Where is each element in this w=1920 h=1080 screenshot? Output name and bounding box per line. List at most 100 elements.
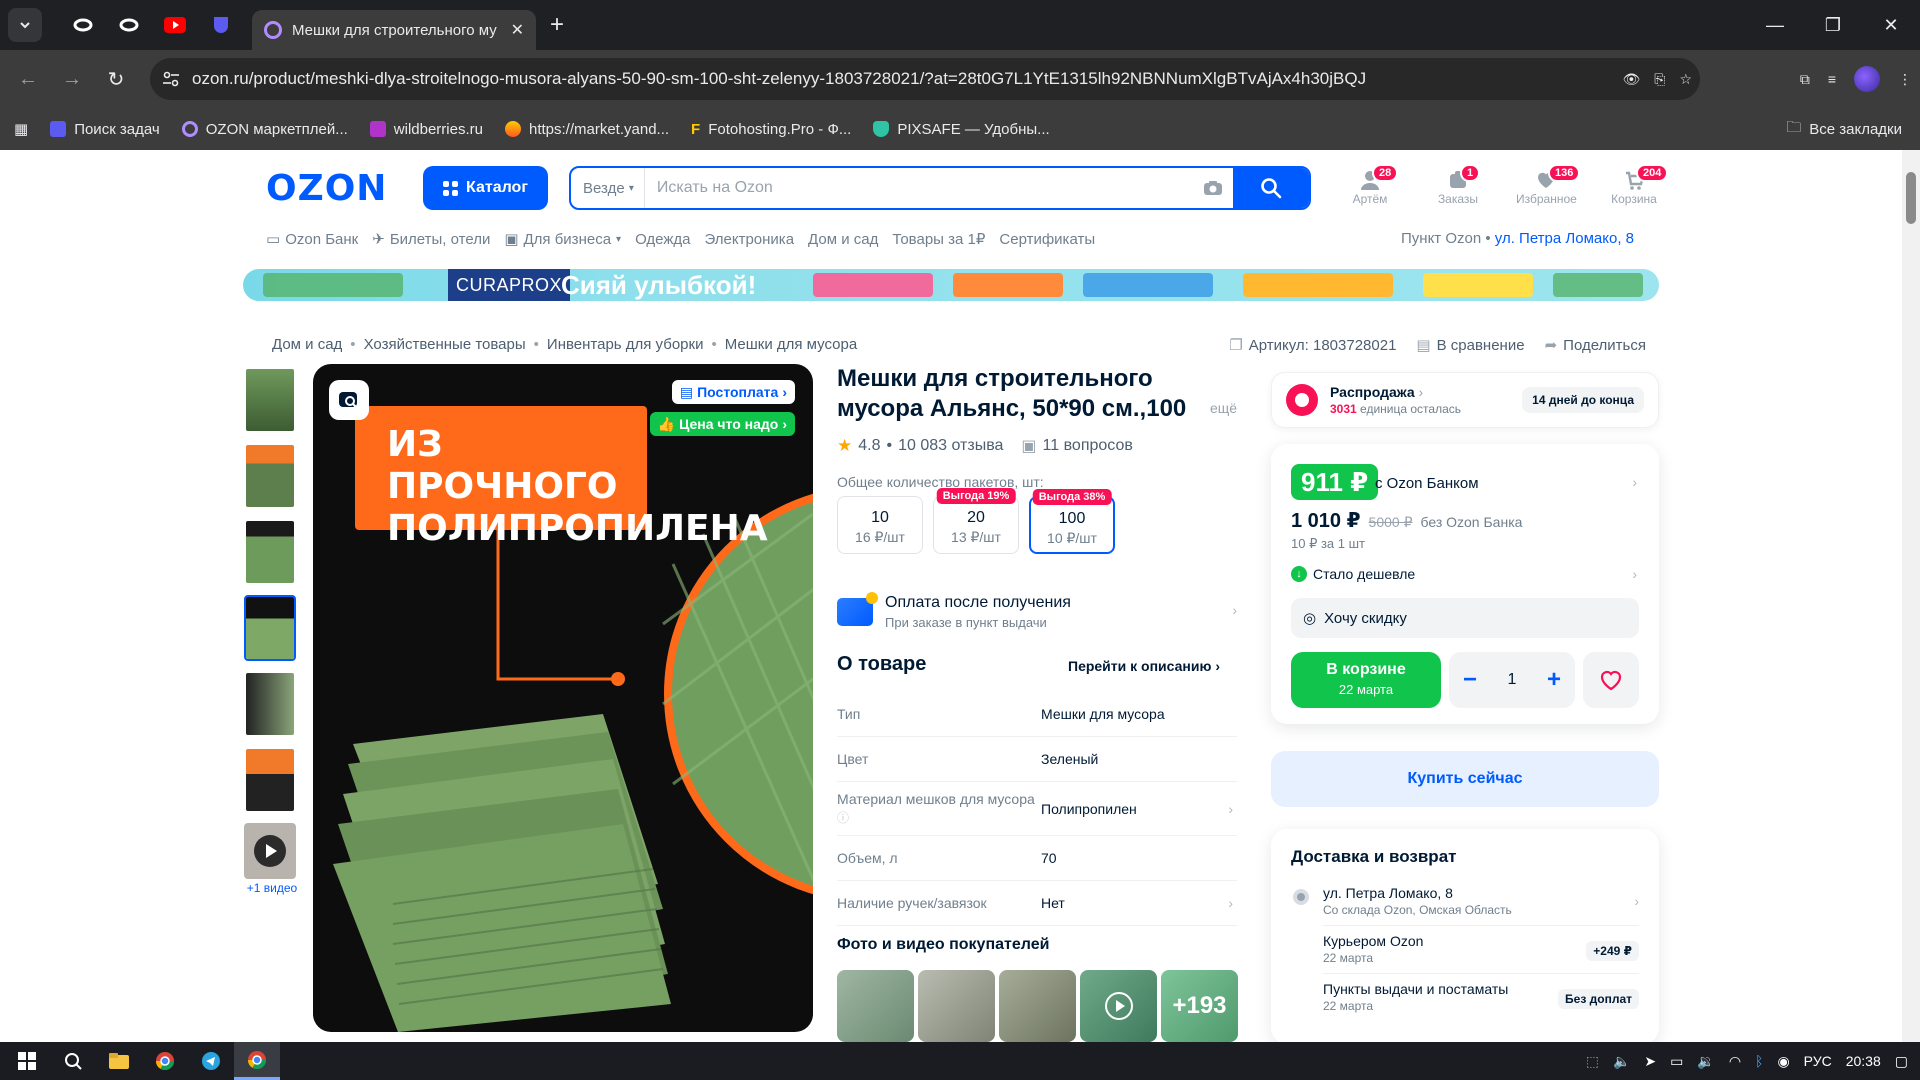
- url-text[interactable]: ozon.ru/product/meshki-dlya-stroitelnogo…: [192, 69, 1532, 89]
- windows-start-icon[interactable]: [4, 1042, 50, 1080]
- postpay-tag[interactable]: ▤ Постоплата ›: [671, 380, 795, 404]
- language-indicator[interactable]: РУС: [1804, 1053, 1832, 1069]
- breadcrumb-item[interactable]: Хозяйственные товары: [364, 336, 526, 353]
- spec-row[interactable]: Наличие ручек/завязок Нет ›: [837, 881, 1237, 926]
- pack-option-20[interactable]: Выгода 19% 20 13 ₽/шт: [933, 488, 1019, 554]
- more-media-button[interactable]: +193: [1161, 970, 1238, 1042]
- share-button[interactable]: ➦ Поделиться: [1545, 336, 1646, 355]
- subnav-1rub-goods[interactable]: Товары за 1₽: [892, 230, 985, 248]
- page-scrollbar[interactable]: [1902, 150, 1920, 1042]
- pinned-tab-2[interactable]: [106, 7, 152, 43]
- restore-icon[interactable]: ❐: [1804, 0, 1862, 50]
- tracking-blocked-icon[interactable]: 👁: [1622, 71, 1640, 88]
- thumbnail[interactable]: [244, 367, 296, 433]
- search-icon[interactable]: [50, 1042, 96, 1080]
- chevron-right-icon[interactable]: ›: [1632, 566, 1637, 582]
- profile-avatar[interactable]: [1854, 66, 1880, 92]
- new-tab-button[interactable]: +: [550, 11, 564, 39]
- address-bar[interactable]: ozon.ru/product/meshki-dlya-stroitelnogo…: [150, 58, 1700, 100]
- reload-icon[interactable]: ↻: [94, 59, 138, 99]
- telegram-icon[interactable]: [188, 1042, 234, 1080]
- ozon-bank-price[interactable]: 911 ₽: [1291, 464, 1379, 500]
- video-count-label[interactable]: +1 видео: [244, 881, 300, 895]
- camera-search-icon[interactable]: [1193, 180, 1233, 196]
- chevron-right-icon[interactable]: ›: [1632, 474, 1637, 490]
- thumbnail[interactable]: [244, 671, 296, 737]
- compare-button[interactable]: ▤ В сравнение: [1416, 336, 1524, 355]
- in-cart-button[interactable]: В корзине 22 марта: [1291, 652, 1441, 708]
- delivery-address-row[interactable]: ул. Петра Ломако, 8 Со склада Ozon, Омск…: [1323, 885, 1639, 926]
- notifications-icon[interactable]: ▢: [1895, 1053, 1908, 1070]
- buy-now-button[interactable]: Купить сейчас: [1271, 751, 1659, 807]
- clock[interactable]: 20:38: [1846, 1053, 1881, 1069]
- header-favorites[interactable]: 136 Избранное: [1516, 164, 1581, 206]
- file-explorer-icon[interactable]: [96, 1042, 142, 1080]
- volume-icon[interactable]: 🔉: [1697, 1053, 1714, 1070]
- subnav-ozon-bank[interactable]: ▭ Ozon Банк: [266, 230, 358, 249]
- video-thumbnail[interactable]: [244, 823, 296, 879]
- subnav-business[interactable]: ▣ Для бизнеса ▾: [504, 230, 621, 249]
- good-price-tag[interactable]: 👍 Цена что надо ›: [649, 412, 795, 436]
- product-main-image[interactable]: ИЗ ПРОЧНОГО ПОЛИПРОПИЛЕНА ▤ Постоплата › 👍…: [313, 364, 813, 1032]
- breadcrumb-item[interactable]: Мешки для мусора: [725, 336, 857, 353]
- extensions-icon[interactable]: ⧉: [1800, 71, 1810, 88]
- customer-photo[interactable]: [999, 970, 1076, 1042]
- tab-search-button[interactable]: [8, 8, 42, 42]
- thumbnail-selected[interactable]: [244, 595, 296, 661]
- close-window-icon[interactable]: ✕: [1862, 0, 1920, 50]
- customer-video[interactable]: [1080, 970, 1157, 1042]
- forward-icon[interactable]: →: [50, 59, 94, 99]
- bookmark-item[interactable]: https://market.yand...: [504, 121, 669, 138]
- search-button[interactable]: [1233, 168, 1309, 208]
- subnav-tickets[interactable]: ✈ Билеты, отели: [372, 230, 490, 249]
- all-bookmarks[interactable]: 🗀 Все закладки: [1786, 108, 1902, 150]
- install-app-icon[interactable]: ⎘: [1654, 71, 1665, 88]
- site-settings-icon[interactable]: [150, 71, 192, 87]
- sale-card[interactable]: Распродажа › 3031 единица осталась 14 дн…: [1271, 372, 1659, 428]
- ozon-logo[interactable]: OZON: [266, 168, 387, 209]
- reviews-count[interactable]: 10 083 отзыва: [898, 437, 1003, 455]
- add-to-favorites-button[interactable]: [1583, 652, 1639, 708]
- media-controls-icon[interactable]: ≡: [1828, 71, 1836, 87]
- spec-row[interactable]: Материал мешков для мусора ⓘ Полипропиле…: [837, 782, 1237, 836]
- pack-option-100-selected[interactable]: Выгода 38% 100 10 ₽/шт: [1029, 489, 1115, 554]
- pack-option-10[interactable]: 10 16 ₽/шт: [837, 496, 923, 554]
- menu-kebab-icon[interactable]: ⋮: [1898, 71, 1912, 88]
- bookmark-star-icon[interactable]: ☆: [1679, 71, 1692, 88]
- thumbnail[interactable]: [244, 747, 296, 813]
- bookmark-item[interactable]: PIXSAFE — Удобны...: [873, 121, 1050, 138]
- breadcrumb-item[interactable]: Дом и сад: [272, 336, 342, 353]
- promo-banner[interactable]: CURAPROX Сияй улыбкой!: [243, 269, 1659, 301]
- chrome-active-icon[interactable]: [234, 1042, 280, 1080]
- search-scope-select[interactable]: Везде ▾: [571, 168, 645, 208]
- search-input[interactable]: [644, 179, 1193, 197]
- info-icon[interactable]: ⓘ: [837, 811, 849, 825]
- chrome-tray-icon[interactable]: ◉: [1777, 1053, 1789, 1070]
- subnav-home-garden[interactable]: Дом и сад: [808, 230, 878, 248]
- bookmark-item[interactable]: wildberries.ru: [369, 121, 483, 138]
- header-orders[interactable]: 1 Заказы: [1428, 164, 1488, 206]
- header-cart[interactable]: 204 Корзина: [1604, 164, 1669, 206]
- screen-snip-icon[interactable]: ⬚: [1586, 1053, 1599, 1070]
- speaker-icon[interactable]: 🔈: [1613, 1053, 1630, 1070]
- pinned-tab-youtube[interactable]: [152, 7, 198, 43]
- questions-link[interactable]: ▣ 11 вопросов: [1021, 436, 1132, 456]
- customer-photo[interactable]: [918, 970, 995, 1042]
- catalog-button[interactable]: Каталог: [423, 166, 548, 210]
- title-more-link[interactable]: ещё: [1210, 400, 1237, 416]
- go-to-description-link[interactable]: Перейти к описанию ›: [1068, 658, 1220, 674]
- active-tab[interactable]: Мешки для строительного му ✕: [252, 10, 536, 50]
- breadcrumb-item[interactable]: Инвентарь для уборки: [547, 336, 704, 353]
- pinned-tab-1[interactable]: [60, 7, 106, 43]
- telegram-tray-icon[interactable]: ➤: [1644, 1053, 1656, 1070]
- subnav-clothes[interactable]: Одежда: [635, 230, 690, 248]
- header-profile[interactable]: 28 Артём: [1340, 164, 1400, 206]
- subnav-electronics[interactable]: Электроника: [704, 230, 794, 248]
- scrollbar-thumb[interactable]: [1906, 172, 1916, 224]
- bookmark-item[interactable]: Поиск задач: [50, 121, 160, 138]
- decrease-quantity-button[interactable]: −: [1463, 666, 1477, 694]
- rating-summary[interactable]: ★ 4.8 • 10 083 отзыва ▣ 11 вопросов: [837, 436, 1133, 456]
- image-search-button[interactable]: [329, 380, 369, 420]
- apps-grid-icon[interactable]: ▦: [14, 120, 28, 138]
- article-number[interactable]: ❐ Артикул: 1803728021: [1229, 336, 1396, 355]
